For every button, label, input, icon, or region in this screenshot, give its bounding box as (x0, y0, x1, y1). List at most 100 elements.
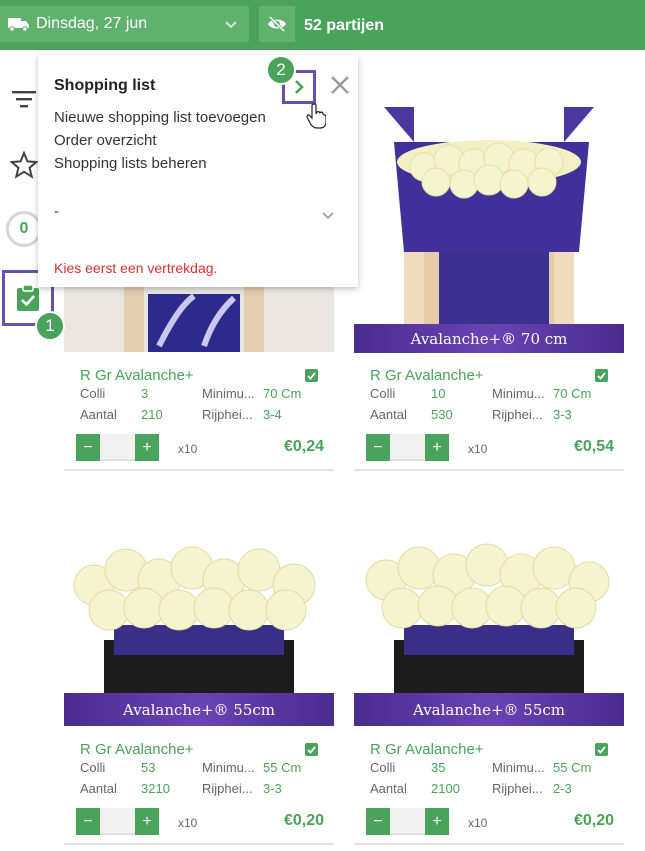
ripeness-value: 3-3 (553, 407, 572, 422)
ripeness-label: Rijphei... (492, 407, 543, 422)
aantal-value: 3210 (141, 781, 170, 796)
shopping-list-count[interactable]: 0 (6, 211, 42, 247)
decrement-button[interactable]: − (76, 808, 100, 835)
filter-icon[interactable] (12, 88, 36, 110)
colli-label: Colli (80, 386, 106, 401)
colli-label: Colli (80, 760, 106, 775)
step-marker-1: 1 (35, 311, 65, 341)
multiplier: x10 (468, 442, 488, 456)
ripeness-value: 3-4 (263, 407, 282, 422)
banner-text: Avalanche+® 55cm (122, 700, 276, 719)
increment-button[interactable]: + (135, 434, 159, 461)
aantal-label: Aantal (80, 407, 117, 422)
colli-label: Colli (370, 386, 396, 401)
product-card: R Gr Avalanche+ Colli 35 Minimu... 55 Cm… (354, 732, 624, 845)
minimum-label: Minimu... (492, 386, 545, 401)
colli-value: 3 (141, 386, 149, 401)
departure-date-label: Dinsdag, 27 jun (36, 15, 148, 32)
product-banner: Avalanche+® 70 cm (354, 324, 624, 353)
ripeness-label: Rijphei... (202, 407, 253, 422)
hand-pointer-icon (306, 103, 326, 129)
product-box-image (365, 543, 610, 693)
minimum-label: Minimu... (202, 760, 255, 775)
aantal-value: 210 (141, 407, 163, 422)
minimum-value: 55 Cm (263, 760, 302, 775)
quantity-stepper: − + (366, 808, 451, 835)
aantal-label: Aantal (370, 407, 407, 422)
quantity-input[interactable] (100, 808, 135, 835)
multiplier: x10 (178, 442, 198, 456)
clipboard-check-icon (17, 284, 39, 311)
eye-off-icon (268, 16, 286, 32)
departure-date-select[interactable]: Dinsdag, 27 jun (0, 6, 249, 42)
lot-count: 52 partijen (304, 17, 385, 34)
truck-icon (8, 18, 29, 32)
quantity-stepper: − + (76, 808, 161, 835)
product-image[interactable] (64, 286, 334, 352)
top-bar: Dinsdag, 27 jun 52 partijen (0, 0, 645, 50)
quantity-input[interactable] (390, 808, 425, 835)
ripeness-label: Rijphei... (202, 781, 253, 796)
product-card: R Gr Avalanche+ Colli 3 Minimu... 70 Cm … (64, 358, 334, 471)
price: €0,24 (283, 438, 324, 455)
product-box-image (73, 546, 316, 693)
quantity-stepper: − + (76, 434, 161, 461)
quantity-input[interactable] (100, 434, 135, 461)
product-name[interactable]: R Gr Avalanche+ (80, 367, 194, 384)
product-image[interactable]: Avalanche+® 55cm (354, 530, 624, 726)
menu-item-new-list[interactable]: Nieuwe shopping list toevoegen (54, 106, 266, 129)
menu-item-manage-lists[interactable]: Shopping lists beheren (54, 152, 266, 175)
close-icon[interactable] (328, 73, 352, 97)
decrement-button[interactable]: − (76, 434, 100, 461)
colli-value: 35 (431, 760, 446, 775)
shopping-list-popup: Shopping list Nieuwe shopping list toevo… (38, 55, 358, 287)
check-badge-icon (305, 369, 318, 382)
departure-warning: Kies eerst een vertrekdag. (54, 260, 218, 276)
product-banner: Avalanche+® 55cm (354, 693, 624, 726)
product-image[interactable]: Avalanche+® 70 cm (354, 52, 624, 353)
colli-value: 53 (141, 760, 156, 775)
banner-text: Avalanche+® 55cm (412, 700, 566, 719)
product-card: R Gr Avalanche+ Colli 10 Minimu... 70 Cm… (354, 358, 624, 471)
product-box-image (384, 107, 594, 324)
minimum-value: 55 Cm (553, 760, 592, 775)
price: €0,20 (573, 812, 614, 829)
chevron-right-icon (295, 80, 304, 94)
check-badge-icon (595, 369, 608, 382)
ripeness-label: Rijphei... (492, 781, 543, 796)
popup-title: Shopping list (54, 77, 156, 94)
chevron-down-icon (225, 21, 237, 29)
check-badge-icon (305, 743, 318, 756)
decrement-button[interactable]: − (366, 808, 390, 835)
decrement-button[interactable]: − (366, 434, 390, 461)
shopping-list-select[interactable]: - (54, 203, 334, 227)
increment-button[interactable]: + (425, 434, 449, 461)
price: €0,54 (573, 438, 614, 455)
hide-toggle-button[interactable] (259, 6, 295, 42)
star-icon[interactable] (10, 151, 38, 179)
product-card: R Gr Avalanche+ Colli 53 Minimu... 55 Cm… (64, 732, 334, 845)
increment-button[interactable]: + (135, 808, 159, 835)
increment-button[interactable]: + (425, 808, 449, 835)
product-box-image (64, 286, 334, 352)
minimum-label: Minimu... (492, 760, 545, 775)
product-name[interactable]: R Gr Avalanche+ (80, 741, 194, 758)
aantal-value: 530 (431, 407, 453, 422)
aantal-label: Aantal (80, 781, 117, 796)
product-image[interactable]: Avalanche+® 55cm (64, 530, 334, 726)
aantal-value: 2100 (431, 781, 460, 796)
chevron-down-icon (322, 212, 334, 220)
product-name[interactable]: R Gr Avalanche+ (370, 367, 484, 384)
colli-label: Colli (370, 760, 396, 775)
quantity-stepper: − + (366, 434, 451, 461)
popup-menu: Nieuwe shopping list toevoegen Order ove… (54, 106, 266, 175)
menu-item-order-overview[interactable]: Order overzicht (54, 129, 266, 152)
shopping-list-select-value: - (54, 203, 59, 220)
colli-value: 10 (431, 386, 446, 401)
ripeness-value: 3-3 (263, 781, 282, 796)
minimum-label: Minimu... (202, 386, 255, 401)
aantal-label: Aantal (370, 781, 407, 796)
quantity-input[interactable] (390, 434, 425, 461)
product-name[interactable]: R Gr Avalanche+ (370, 741, 484, 758)
multiplier: x10 (178, 816, 198, 830)
